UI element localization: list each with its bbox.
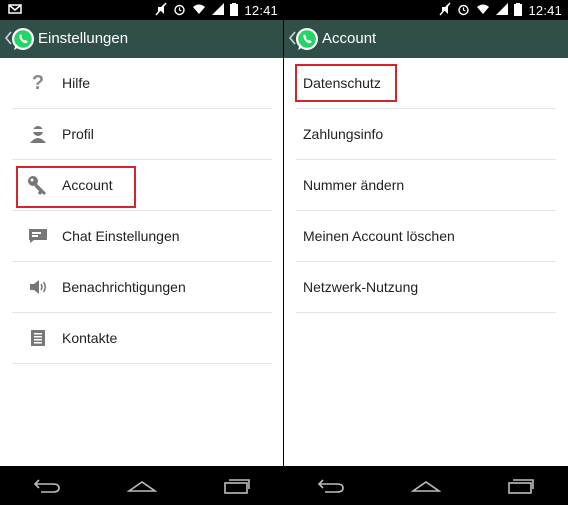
account-item-label: Nummer ändern	[303, 177, 405, 193]
chat-icon	[24, 222, 52, 250]
settings-item-profile[interactable]: Profil	[12, 109, 272, 160]
home-nav-icon[interactable]	[401, 471, 451, 501]
alarm-icon	[173, 3, 186, 19]
recent-apps-nav-icon[interactable]	[496, 471, 546, 501]
email-icon	[8, 3, 22, 18]
contacts-icon	[24, 324, 52, 352]
clock: 12:41	[244, 3, 278, 18]
account-item-delete-account[interactable]: Meinen Account löschen	[296, 211, 556, 262]
back-nav-icon[interactable]	[306, 471, 356, 501]
navigation-bar	[284, 466, 568, 505]
page-title: Account	[322, 30, 377, 47]
action-bar: Einstellungen	[0, 20, 284, 58]
settings-panel: 12:41 Einstellungen ? Hilfe Profil Accou…	[0, 0, 284, 505]
account-item-change-number[interactable]: Nummer ändern	[296, 160, 556, 211]
settings-item-label: Benachrichtigungen	[62, 279, 186, 295]
help-icon: ?	[31, 71, 45, 94]
settings-item-chat[interactable]: Chat Einstellungen	[12, 211, 272, 262]
account-item-network-usage[interactable]: Netzwerk-Nutzung	[296, 262, 556, 313]
highlight-account-box	[16, 166, 136, 208]
wifi-icon	[192, 3, 206, 18]
battery-icon	[514, 2, 523, 19]
settings-list: ? Hilfe Profil Account Chat Einstellunge…	[0, 58, 284, 364]
whatsapp-logo-icon[interactable]	[10, 26, 36, 52]
account-item-label: Netzwerk-Nutzung	[303, 279, 419, 295]
signal-icon	[496, 3, 509, 18]
settings-item-label: Hilfe	[62, 75, 91, 91]
settings-item-label: Kontakte	[62, 330, 118, 346]
signal-icon	[212, 3, 225, 18]
settings-item-notifications[interactable]: Benachrichtigungen	[12, 262, 272, 313]
speaker-icon	[24, 273, 52, 301]
mute-icon	[439, 2, 451, 19]
settings-item-help[interactable]: ? Hilfe	[12, 58, 272, 109]
settings-item-contacts[interactable]: Kontakte	[12, 313, 272, 364]
highlight-privacy-box	[295, 64, 397, 102]
action-bar: Account	[284, 20, 568, 58]
settings-item-label: Chat Einstellungen	[62, 228, 180, 244]
whatsapp-logo-icon[interactable]	[294, 26, 320, 52]
status-bar: 12:41	[0, 0, 284, 20]
settings-item-label: Profil	[62, 126, 94, 142]
profile-icon	[24, 120, 52, 148]
account-item-label: Meinen Account löschen	[303, 228, 455, 244]
navigation-bar	[0, 466, 284, 505]
wifi-icon	[476, 3, 490, 18]
page-title: Einstellungen	[38, 30, 129, 47]
clock: 12:41	[528, 3, 562, 18]
account-item-payment[interactable]: Zahlungsinfo	[296, 109, 556, 160]
recent-apps-nav-icon[interactable]	[212, 471, 262, 501]
account-panel: 12:41 Account Datenschutz Zahlungsinfo N…	[284, 0, 568, 505]
back-nav-icon[interactable]	[22, 471, 72, 501]
status-bar: 12:41	[284, 0, 568, 20]
account-item-label: Zahlungsinfo	[303, 126, 384, 142]
home-nav-icon[interactable]	[117, 471, 167, 501]
alarm-icon	[457, 3, 470, 19]
mute-icon	[155, 2, 167, 19]
battery-icon	[230, 2, 239, 19]
